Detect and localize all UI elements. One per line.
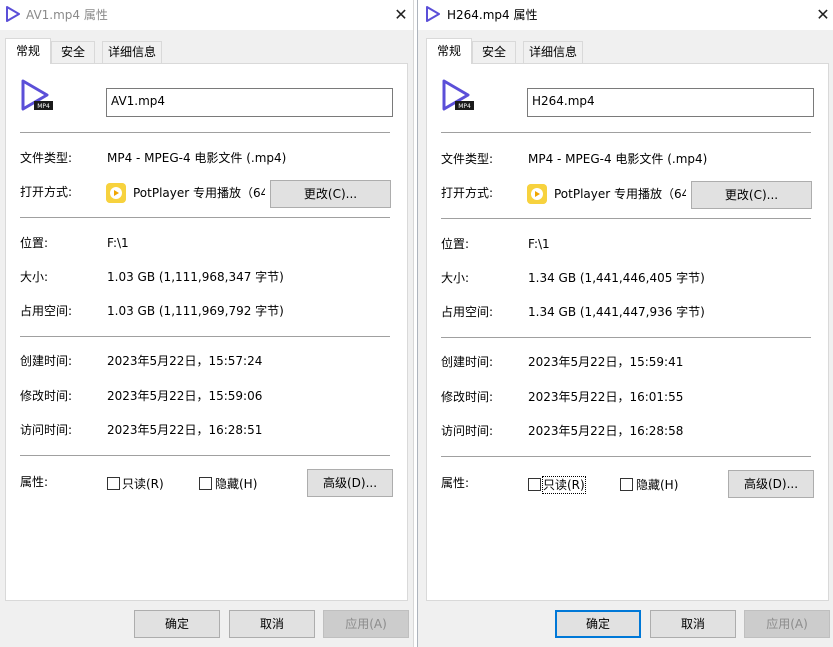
cancel-button[interactable]: 取消: [650, 610, 736, 638]
separator: [441, 456, 811, 457]
modified-label: 修改时间:: [20, 389, 73, 403]
general-panel: [5, 63, 408, 601]
size-label: 大小:: [20, 270, 49, 284]
tab-general[interactable]: 常规: [426, 38, 472, 64]
separator: [441, 337, 811, 338]
readonly-label[interactable]: 只读(R): [122, 476, 164, 492]
opens-with-label: 打开方式:: [20, 185, 73, 199]
separator: [20, 336, 390, 337]
window-title: AV1.mp4 属性: [26, 8, 108, 22]
accessed-value: 2023年5月22日，16:28:58: [528, 424, 684, 438]
close-button[interactable]: ✕: [390, 4, 412, 26]
separator: [20, 132, 390, 133]
type-label: 文件类型:: [441, 152, 494, 166]
title-bar: H264.mp4 属性 ✕: [418, 0, 833, 30]
mp4-play-icon: [6, 6, 20, 22]
tab-security[interactable]: 安全: [472, 41, 516, 63]
type-value: MP4 - MPEG-4 电影文件 (.mp4): [107, 151, 287, 165]
ok-button[interactable]: 确定: [555, 610, 641, 638]
accessed-label: 访问时间:: [20, 423, 73, 437]
potplayer-icon: [106, 183, 126, 203]
tab-details[interactable]: 详细信息: [102, 41, 162, 63]
properties-window-h264: H264.mp4 属性 ✕ 常规 安全 详细信息 MP4 H264.mp4 文件…: [417, 0, 833, 647]
readonly-label[interactable]: 只读(R): [542, 476, 586, 494]
hidden-checkbox[interactable]: [199, 477, 212, 490]
size-label: 大小:: [441, 271, 470, 285]
opens-with-label: 打开方式:: [441, 186, 494, 200]
attributes-label: 属性:: [20, 475, 49, 489]
separator: [20, 455, 390, 456]
close-button[interactable]: ✕: [812, 4, 833, 26]
title-bar: AV1.mp4 属性 ✕: [0, 0, 413, 30]
readonly-checkbox[interactable]: [107, 477, 120, 490]
change-button[interactable]: 更改(C)...: [270, 180, 391, 208]
size-on-disk-value: 1.34 GB (1,441,447,936 字节): [528, 305, 705, 319]
advanced-button[interactable]: 高级(D)...: [728, 470, 814, 498]
apply-button[interactable]: 应用(A): [744, 610, 830, 638]
modified-label: 修改时间:: [441, 390, 494, 404]
tab-security[interactable]: 安全: [51, 41, 95, 63]
window-title: H264.mp4 属性: [447, 8, 538, 22]
size-value: 1.34 GB (1,441,446,405 字节): [528, 271, 705, 285]
opens-with-value: PotPlayer 专用播放（64: [133, 186, 265, 200]
location-value: F:\1: [107, 236, 129, 250]
ok-button[interactable]: 确定: [134, 610, 220, 638]
advanced-button[interactable]: 高级(D)...: [307, 469, 393, 497]
type-value: MP4 - MPEG-4 电影文件 (.mp4): [528, 152, 708, 166]
cancel-button[interactable]: 取消: [229, 610, 315, 638]
hidden-checkbox[interactable]: [620, 478, 633, 491]
type-label: 文件类型:: [20, 151, 73, 165]
tab-general[interactable]: 常规: [5, 38, 51, 64]
separator: [441, 132, 811, 133]
readonly-checkbox[interactable]: [528, 478, 541, 491]
accessed-value: 2023年5月22日，16:28:51: [107, 423, 263, 437]
mp4-play-icon: [426, 6, 440, 22]
change-button[interactable]: 更改(C)...: [691, 181, 812, 209]
created-value: 2023年5月22日，15:59:41: [528, 355, 684, 369]
opens-with-value: PotPlayer 专用播放（64: [554, 187, 686, 201]
potplayer-icon: [527, 184, 547, 204]
location-label: 位置:: [441, 237, 470, 251]
file-name-field[interactable]: H264.mp4: [527, 88, 814, 117]
location-label: 位置:: [20, 236, 49, 250]
properties-window-av1: AV1.mp4 属性 ✕ 常规 安全 详细信息 MP4 AV1.mp4 文件类型…: [0, 0, 414, 647]
created-value: 2023年5月22日，15:57:24: [107, 354, 263, 368]
attributes-label: 属性:: [441, 476, 470, 490]
location-value: F:\1: [528, 237, 550, 251]
hidden-label[interactable]: 隐藏(H): [636, 477, 678, 493]
mp4-icon-label: MP4: [458, 103, 471, 110]
size-value: 1.03 GB (1,111,968,347 字节): [107, 270, 284, 284]
size-on-disk-label: 占用空间:: [20, 304, 73, 318]
separator: [441, 218, 811, 219]
hidden-label[interactable]: 隐藏(H): [215, 476, 257, 492]
separator: [20, 217, 390, 218]
file-name-field[interactable]: AV1.mp4: [106, 88, 393, 117]
tab-details[interactable]: 详细信息: [523, 41, 583, 63]
mp4-file-icon: MP4: [442, 79, 474, 111]
mp4-icon-label: MP4: [37, 103, 50, 110]
apply-button[interactable]: 应用(A): [323, 610, 409, 638]
size-on-disk-label: 占用空间:: [441, 305, 494, 319]
modified-value: 2023年5月22日，15:59:06: [107, 389, 263, 403]
general-panel: [426, 63, 829, 601]
size-on-disk-value: 1.03 GB (1,111,969,792 字节): [107, 304, 284, 318]
created-label: 创建时间:: [20, 354, 73, 368]
accessed-label: 访问时间:: [441, 424, 494, 438]
modified-value: 2023年5月22日，16:01:55: [528, 390, 684, 404]
mp4-file-icon: MP4: [21, 79, 53, 111]
created-label: 创建时间:: [441, 355, 494, 369]
